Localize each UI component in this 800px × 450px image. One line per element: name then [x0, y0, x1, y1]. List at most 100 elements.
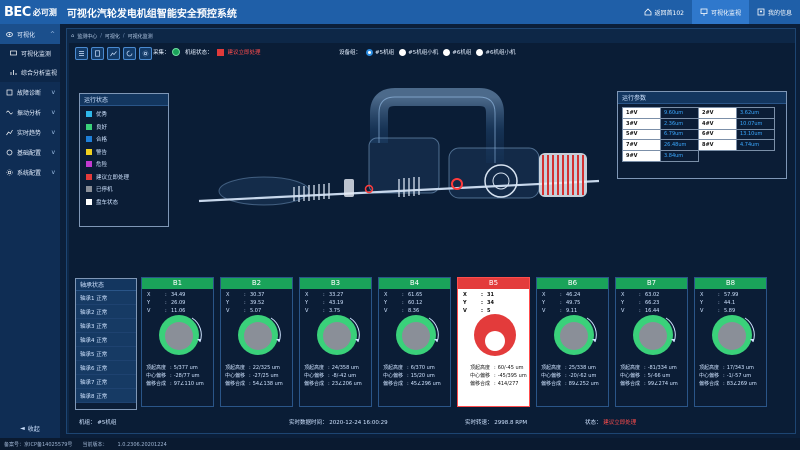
sidebar-item-trend[interactable]: 实时趋势 v: [0, 122, 60, 142]
center-value: -20/-62 um: [568, 373, 597, 379]
sum-value: 45∠296 um: [410, 381, 441, 387]
bearing-status-title: 轴承状态: [76, 279, 136, 291]
legend-label: 合格: [96, 137, 108, 144]
bearing-status-item[interactable]: 轴承8 正常: [76, 389, 136, 403]
center-value: -27/25 um: [252, 373, 279, 379]
bearing-card-b8[interactable]: B8 X:57.99 Y:44.1 V:5.89 顶起高度:17/343 um 中心偏移:…: [694, 277, 767, 407]
param-key: 6#V: [698, 128, 737, 141]
y-value: 60.12: [408, 300, 423, 306]
bearing-status-item[interactable]: 轴承5 正常: [76, 347, 136, 361]
collapse-button[interactable]: ◄ 收起: [0, 418, 60, 438]
sidebar-item-visual[interactable]: 可视化 ^: [0, 24, 60, 44]
device-radio-6-small[interactable]: [476, 48, 484, 56]
run-state-legend: 运行状态 优秀 良好 合格 警告 危险 建议立即处理 已停机 盘车状态: [79, 93, 169, 227]
legend-item: 建议立即处理: [80, 171, 168, 184]
x-label: X: [700, 292, 704, 298]
shaft-position-dial: [474, 314, 516, 356]
params-table: 1#V 9.60um 2#V 3.62um 3#V 2.36um 4#V 10.07um 5#V…: [622, 107, 775, 162]
bearing-status-item[interactable]: 轴承6 正常: [76, 361, 136, 375]
bearing-card-b3[interactable]: B3 X:33.27 Y:43.19 V:3.75 顶起高度:24/358 um 中心偏移…: [299, 277, 372, 407]
param-value: [736, 150, 775, 162]
y-value: 34: [487, 300, 494, 306]
bearing-status-item[interactable]: 轴承7 正常: [76, 375, 136, 389]
x-label: X: [463, 292, 467, 298]
params-row: 5#V 6.79um 6#V 13.10um: [622, 128, 775, 141]
sum-colon: :: [494, 381, 496, 387]
breadcrumb-item[interactable]: 监测中心: [77, 33, 97, 40]
bearing-card-b4[interactable]: B4 X:61.65 Y:60.12 V:8.36 顶起高度:6/370 um 中心偏移:…: [378, 277, 451, 407]
y-label: Y: [226, 300, 230, 306]
turbine-3d-model[interactable]: [179, 83, 609, 243]
params-title: 运行参数: [618, 92, 786, 104]
tool-button-chart[interactable]: [107, 46, 120, 60]
x-value: 46.24: [566, 292, 581, 298]
device-radio-5[interactable]: [366, 48, 374, 56]
state-status-value: 建议立即处理: [603, 420, 637, 426]
top-colon: :: [723, 365, 725, 371]
bearing-card-b7[interactable]: B7 X:63.02 Y:66.23 V:16.44 顶起高度: -81/334 um 中心…: [615, 277, 688, 407]
top-label: 顶起高度: [383, 365, 404, 371]
sidebar-item-basic-config[interactable]: 基础配置 v: [0, 142, 60, 162]
legend-swatch: [86, 123, 92, 130]
footer-record: 备案号：京ICP备14025579号: [4, 441, 73, 448]
param-value: 3.84um: [660, 150, 699, 162]
sidebar-item-vibration[interactable]: 振动分析 v: [0, 102, 60, 122]
sidebar-item-visual-monitor[interactable]: 可视化监测: [0, 44, 60, 63]
center-colon: :: [249, 373, 251, 379]
shaft-position-dial: [712, 315, 755, 355]
sidebar-item-diagnosis[interactable]: 故障诊断 v: [0, 82, 60, 102]
my-info-button[interactable]: 我的信息: [749, 0, 800, 24]
logo-cn: 必可测: [32, 7, 57, 17]
bearing-card-b2[interactable]: B2 X:30.37 Y:39.52 V:5.07 顶起高度:22/325 um 中心偏移…: [220, 277, 293, 407]
state-status-label: 状态：: [585, 420, 602, 426]
monitor-icon: [10, 50, 17, 56]
center-colon: :: [723, 373, 725, 379]
sum-colon: :: [407, 381, 409, 387]
my-info-button-label: 我的信息: [767, 9, 792, 17]
bearing-status-item[interactable]: 轴承1 正常: [76, 291, 136, 305]
tool-button-document[interactable]: [91, 46, 104, 60]
tool-button-settings[interactable]: [139, 46, 152, 60]
center-label: 中心偏移: [541, 373, 562, 379]
param-value: 13.10um: [736, 128, 775, 141]
y-label: Y: [700, 300, 704, 306]
x-value: 63.02: [645, 292, 660, 298]
sidebar-item-system-config[interactable]: 系统配置 v: [0, 162, 60, 182]
x-value: 31: [487, 292, 494, 298]
bearing-status-item[interactable]: 轴承4 正常: [76, 333, 136, 347]
top-colon: :: [644, 365, 646, 371]
bearing-card-b1[interactable]: B1 X:34.49 Y:26.09 V:11.06 顶起高度:5/377 um 中心偏移…: [141, 277, 214, 407]
top-label: 顶起高度: [620, 365, 641, 371]
x-value: 30.37: [250, 292, 265, 298]
device-radio-label: #6机组小机: [485, 50, 516, 56]
x-value: 61.65: [408, 292, 423, 298]
home-icon: ⌂: [71, 33, 75, 39]
tool-button-rotate[interactable]: [123, 46, 136, 60]
center-label: 中心偏移: [304, 373, 325, 379]
chevron-up-icon: ^: [49, 30, 55, 38]
bearing-status-item[interactable]: 轴承2 正常: [76, 305, 136, 319]
time-status: 实时数据时间： 2020-12-24 16:00:29: [289, 418, 388, 426]
x-value: 33.27: [329, 292, 344, 298]
legend-swatch: [86, 111, 92, 118]
param-key: [699, 151, 737, 162]
device-radio-6[interactable]: [443, 48, 451, 56]
monitor-button[interactable]: 可视化监视: [691, 0, 749, 24]
breadcrumb-item[interactable]: 可视化: [105, 33, 120, 40]
dial-shaft: [718, 322, 746, 350]
bearing-card-b5[interactable]: B5 X:31 Y:34 V:5 顶起高度:60/-45 um 中心偏移: -45/395 …: [457, 277, 530, 407]
collect-indicator[interactable]: [171, 48, 180, 56]
home-button[interactable]: 返回首102: [636, 0, 692, 24]
sidebar-item-label: 可视化: [17, 31, 36, 39]
state-label: 机组状态：: [185, 50, 213, 56]
card-stats: 顶起高度:60/-45 um 中心偏移: -45/395 um 偏移合成:414/27…: [470, 364, 527, 388]
device-radio-5-small[interactable]: [399, 48, 407, 56]
list-icon: [79, 50, 84, 56]
tool-button-list[interactable]: [75, 46, 88, 60]
bearing-status-item[interactable]: 轴承3 正常: [76, 319, 136, 333]
legend-label: 盘车状态: [96, 199, 119, 206]
sum-label: 偏移合成: [699, 381, 720, 387]
y-value: 26.09: [171, 300, 186, 306]
bearing-card-b6[interactable]: B6 X:46.24 Y:49.75 V:9.11 顶起高度:25/338 um 中心偏移…: [536, 277, 609, 407]
sidebar-item-analysis-monitor[interactable]: 综合分析监视: [0, 63, 60, 82]
